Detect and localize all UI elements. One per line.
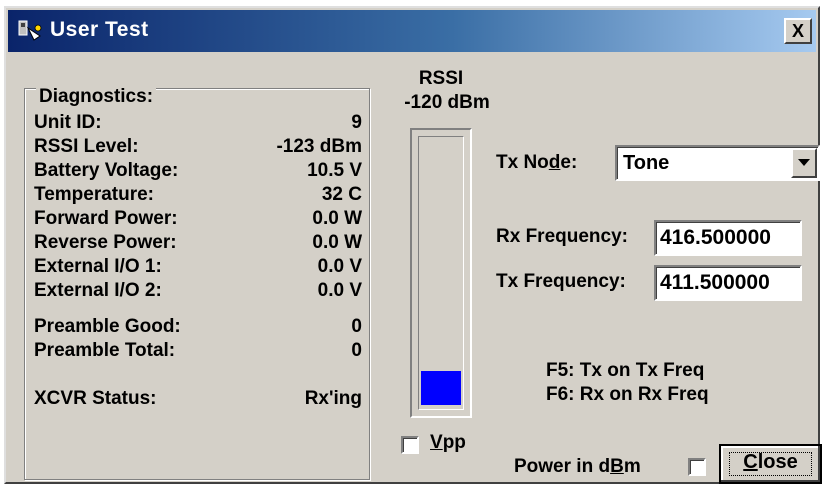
- diag-value: 32 C: [321, 184, 362, 205]
- tx-mode-label-accel: d: [548, 152, 561, 173]
- tx-mode-select[interactable]: Tone: [615, 145, 820, 181]
- diag-row-battery-voltage: Battery Voltage: 10.5 V: [34, 160, 364, 184]
- rx-frequency-input[interactable]: 416.500000: [654, 220, 802, 256]
- diag-value: -123 dBm: [276, 136, 362, 157]
- power-dbm-label[interactable]: Power in dBm: [514, 456, 641, 478]
- diag-value: Rx'ing: [304, 388, 362, 409]
- tx-mode-label: Tx Node:: [496, 152, 577, 174]
- vpp-label[interactable]: Vpp: [430, 432, 466, 454]
- diag-label: Reverse Power:: [34, 232, 177, 253]
- tx-frequency-label: Tx Frequency:: [496, 271, 626, 292]
- diag-row-rssi-level: RSSI Level: -123 dBm: [34, 136, 364, 160]
- diag-label: Preamble Good:: [34, 316, 181, 337]
- diag-row-reverse-power: Reverse Power: 0.0 W: [34, 232, 364, 256]
- power-dbm-label-pre: Power in d: [514, 456, 611, 477]
- diag-value: 0.0 W: [312, 232, 362, 253]
- diag-row-xcvr-status: XCVR Status: Rx'ing: [34, 388, 364, 412]
- diag-value: 0: [351, 340, 362, 361]
- diag-row-unit-id: Unit ID: 9: [34, 112, 364, 136]
- dropdown-button[interactable]: [791, 148, 817, 178]
- vpp-checkbox[interactable]: [401, 436, 419, 454]
- diag-value: 9: [351, 112, 362, 133]
- title-bar[interactable]: User Test X: [8, 10, 816, 52]
- rx-frequency-label: Rx Frequency:: [496, 226, 628, 247]
- vpp-label-rest: pp: [442, 432, 466, 453]
- diag-label: Temperature:: [34, 184, 155, 205]
- rssi-meter: [410, 128, 472, 418]
- diag-label: External I/O 1:: [34, 256, 162, 277]
- hotkey-f5-hint: F5: Tx on Tx Freq: [546, 360, 705, 381]
- hotkey-f6-hint: F6: Rx on Rx Freq: [546, 384, 709, 405]
- diag-row-preamble-good: Preamble Good: 0: [34, 316, 364, 340]
- diag-label: RSSI Level:: [34, 136, 139, 157]
- rssi-meter-fill: [421, 371, 461, 405]
- diag-value: 10.5 V: [307, 160, 362, 181]
- close-window-button[interactable]: X: [784, 18, 812, 44]
- close-button-label: Close: [743, 451, 797, 473]
- vpp-label-accel: V: [430, 432, 443, 453]
- diag-row-external-io-2: External I/O 2: 0.0 V: [34, 280, 364, 304]
- diag-row-temperature: Temperature: 32 C: [34, 184, 364, 208]
- rssi-value: -120 dBm: [404, 92, 490, 113]
- app-icon: [18, 20, 42, 41]
- diag-value: 0.0 V: [317, 256, 362, 277]
- chevron-down-icon: [798, 159, 810, 166]
- tx-mode-label-post: e:: [560, 152, 578, 173]
- tx-mode-label-pre: Tx No: [496, 152, 549, 173]
- rssi-title: RSSI: [418, 68, 464, 89]
- diag-label: Battery Voltage:: [34, 160, 179, 181]
- rssi-meter-track: [418, 136, 464, 410]
- window-title: User Test: [50, 18, 149, 41]
- diag-value: 0.0 V: [317, 280, 362, 301]
- power-dbm-label-accel: B: [610, 456, 624, 477]
- diag-row-preamble-total: Preamble Total: 0: [34, 340, 364, 364]
- diag-value: 0: [351, 316, 362, 337]
- power-dbm-label-post: m: [623, 456, 641, 477]
- diag-row-external-io-1: External I/O 1: 0.0 V: [34, 256, 364, 280]
- diag-row-forward-power: Forward Power: 0.0 W: [34, 208, 364, 232]
- tx-frequency-input[interactable]: 411.500000: [654, 265, 802, 301]
- close-button-accel: C: [743, 451, 758, 473]
- close-button[interactable]: Close: [719, 444, 822, 484]
- diag-label: Unit ID:: [34, 112, 102, 133]
- diag-label: External I/O 2:: [34, 280, 162, 301]
- diagnostics-legend: Diagnostics:: [36, 86, 157, 108]
- diag-label: Preamble Total:: [34, 340, 176, 361]
- diag-label: XCVR Status:: [34, 388, 157, 409]
- user-test-window: User Test X Diagnostics: Unit ID: 9 RSSI…: [4, 6, 822, 484]
- diag-value: 0.0 W: [312, 208, 362, 229]
- diag-label: Forward Power:: [34, 208, 178, 229]
- close-button-rest: lose: [757, 451, 798, 473]
- power-dbm-checkbox[interactable]: [688, 458, 706, 476]
- tx-mode-value: Tone: [623, 152, 670, 174]
